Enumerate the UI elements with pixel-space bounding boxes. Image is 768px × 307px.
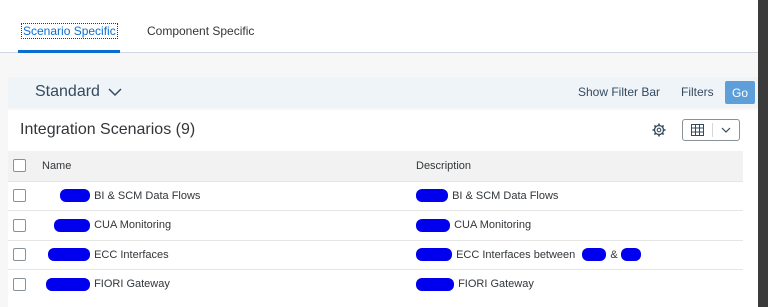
show-filter-bar-button[interactable]: Show Filter Bar [578, 85, 660, 99]
row-description: ECC Interfaces between [456, 248, 576, 261]
row-checkbox[interactable] [13, 278, 26, 291]
tab-bar: Scenario Specific Component Specific [0, 0, 758, 53]
row-name: ECC Interfaces [94, 248, 169, 261]
row-checkbox[interactable] [13, 248, 26, 262]
filter-bar: Standard Show Filter Bar Filters Go [8, 77, 758, 108]
row-checkbox[interactable] [13, 189, 26, 203]
column-header-description[interactable]: Description [396, 151, 743, 181]
chevron-down-icon[interactable] [721, 127, 731, 133]
table-row[interactable]: FIORI Gateway FIORI Gateway [8, 269, 743, 300]
filters-button[interactable]: Filters [681, 85, 714, 99]
active-tab-indicator [18, 50, 120, 53]
table-title: Integration Scenarios (9) [20, 121, 196, 138]
window-edge [758, 0, 768, 307]
export-button[interactable] [682, 119, 740, 141]
table-header-row: Name Description [8, 151, 743, 181]
variant-label: Standard [35, 83, 100, 100]
redaction-mark [60, 189, 90, 203]
row-description: CUA Monitoring [454, 219, 532, 232]
row-checkbox[interactable] [13, 218, 26, 232]
gear-icon[interactable] [652, 123, 666, 137]
tab-scenario-specific[interactable]: Scenario Specific [21, 23, 118, 39]
table-row[interactable]: ECC Interfaces ECC Interfaces between & [8, 240, 743, 270]
row-name: BI & SCM Data Flows [94, 189, 201, 202]
variant-selector[interactable]: Standard [35, 83, 122, 101]
redaction-mark [48, 248, 90, 262]
row-description-suffix: & [610, 248, 618, 261]
table-row[interactable]: CUA Monitoring CUA Monitoring [8, 210, 743, 241]
data-table: Name Description BI & SCM Data Flows BI … [8, 151, 743, 299]
redaction-mark [46, 278, 90, 291]
redaction-mark [620, 248, 641, 262]
redaction-mark [416, 278, 454, 291]
row-name: CUA Monitoring [94, 219, 172, 232]
export-separator [712, 123, 713, 137]
tab-component-specific[interactable]: Component Specific [147, 24, 254, 38]
go-button[interactable]: Go [725, 81, 755, 104]
row-description: FIORI Gateway [458, 278, 534, 291]
table-row[interactable]: BI & SCM Data Flows BI & SCM Data Flows [8, 181, 743, 211]
select-all-checkbox[interactable] [13, 159, 26, 173]
row-description: BI & SCM Data Flows [452, 189, 559, 202]
chevron-down-icon [108, 87, 122, 96]
redaction-mark [416, 248, 452, 262]
spreadsheet-export-icon [691, 124, 704, 136]
row-name: FIORI Gateway [94, 278, 170, 291]
redaction-mark [416, 218, 450, 232]
redaction-mark [54, 218, 90, 232]
redaction-mark [582, 248, 607, 262]
redaction-mark [416, 189, 448, 203]
column-header-name[interactable]: Name [38, 151, 396, 181]
integration-scenarios-table: Integration Scenarios (9) Name Descripti… [8, 110, 758, 307]
